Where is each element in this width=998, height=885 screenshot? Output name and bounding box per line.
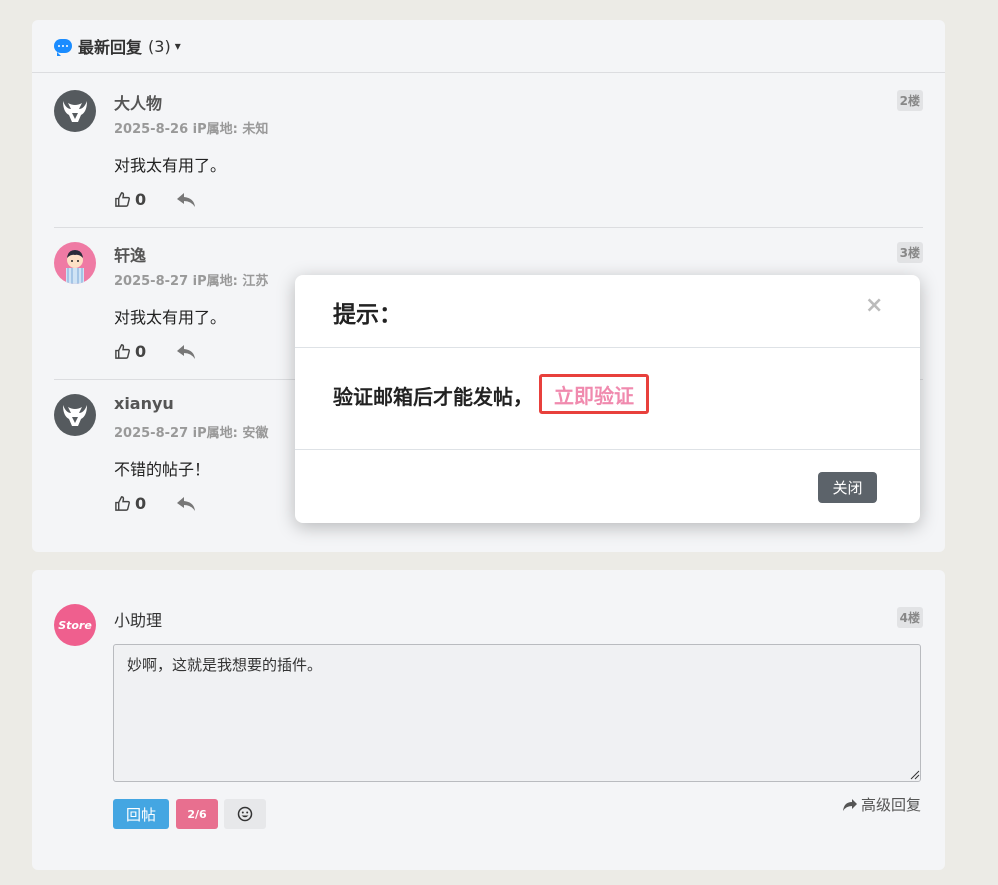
latest-replies-title: 最新回复: [78, 38, 143, 57]
chat-bubble-icon: [54, 39, 72, 56]
resize-grip-icon[interactable]: [910, 770, 920, 780]
advanced-reply-link[interactable]: 高级回复: [842, 794, 921, 815]
post-actions: 0: [114, 494, 196, 513]
post-content: 对我太有用了。: [114, 156, 227, 175]
post-actions: 0: [114, 342, 196, 361]
like-count: 0: [135, 190, 147, 209]
reply-textarea[interactable]: 妙啊，这就是我想要的插件。: [113, 644, 921, 782]
avatar[interactable]: [54, 90, 96, 132]
avatar[interactable]: [54, 394, 96, 436]
notice-modal: 提示： × 验证邮箱后才能发帖， 立即验证 关闭: [295, 275, 920, 523]
bull-logo-icon: [63, 405, 87, 426]
compose-floor-wrap: 4楼: [54, 607, 923, 628]
post-author[interactable]: xianyu: [114, 394, 174, 413]
post-author[interactable]: 轩逸: [114, 242, 146, 266]
floor-badge: 2楼: [896, 90, 923, 111]
cartoon-boy-avatar-icon: [66, 250, 84, 284]
thumbs-up-icon[interactable]: [114, 191, 131, 208]
post-actions: 0: [114, 190, 196, 209]
like-count: 0: [135, 342, 147, 361]
bull-logo-icon: [63, 101, 87, 122]
post-author[interactable]: 大人物: [114, 90, 162, 114]
compose-card: Store 小助理 4楼 妙啊，这就是我想要的插件。 回帖 2/6 高级回复: [32, 570, 945, 870]
counter-badge[interactable]: 2/6: [176, 799, 218, 829]
divider: [54, 227, 923, 228]
modal-body: 验证邮箱后才能发帖， 立即验证: [295, 348, 920, 450]
post-meta: 2025-8-26 iP属地: 未知: [114, 122, 269, 137]
latest-replies-toggle[interactable]: 最新回复 (3) ▾: [32, 20, 945, 73]
modal-message: 验证邮箱后才能发帖，: [333, 385, 533, 409]
post-meta: 2025-8-27 iP属地: 江苏: [114, 274, 269, 289]
close-button[interactable]: 关闭: [818, 472, 877, 503]
post-reply-button[interactable]: 回帖: [113, 799, 169, 829]
reply-icon[interactable]: [176, 344, 196, 360]
reply-post: 大人物 2025-8-26 iP属地: 未知 对我太有用了。 0 2楼: [54, 90, 923, 220]
emoji-button[interactable]: [224, 799, 266, 829]
modal-title: 提示：: [333, 302, 402, 328]
share-arrow-icon: [843, 798, 857, 811]
floor-badge: 3楼: [896, 242, 923, 263]
modal-footer: 关闭: [295, 450, 920, 524]
close-icon[interactable]: ×: [865, 293, 883, 318]
post-meta: 2025-8-27 iP属地: 安徽: [114, 426, 269, 441]
floor-badge: 4楼: [896, 607, 923, 628]
thumbs-up-icon[interactable]: [114, 343, 131, 360]
post-content: 不错的帖子！: [114, 460, 211, 479]
reply-icon[interactable]: [176, 496, 196, 512]
modal-header: 提示： ×: [295, 275, 920, 348]
avatar[interactable]: [54, 242, 96, 284]
post-content: 对我太有用了。: [114, 308, 227, 327]
advanced-reply-label: 高级回复: [861, 796, 922, 814]
verify-now-link[interactable]: 立即验证: [539, 374, 649, 414]
chevron-down-icon: ▾: [174, 39, 181, 53]
latest-replies-count: (3): [148, 36, 171, 56]
smiley-icon: [237, 806, 253, 822]
reply-icon[interactable]: [176, 192, 196, 208]
thumbs-up-icon[interactable]: [114, 495, 131, 512]
like-count: 0: [135, 494, 147, 513]
